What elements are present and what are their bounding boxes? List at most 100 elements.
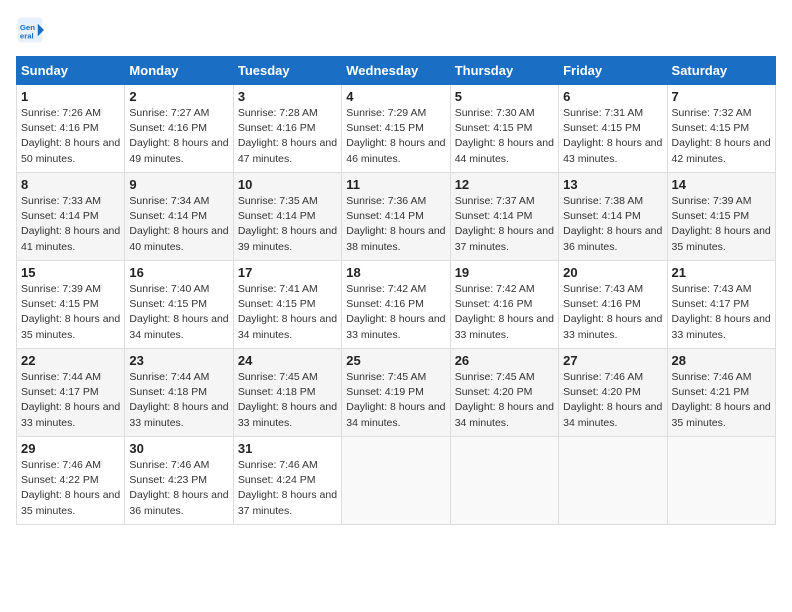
calendar-cell: 2 Sunrise: 7:27 AMSunset: 4:16 PMDaylight… — [125, 85, 233, 173]
weekday-header-monday: Monday — [125, 57, 233, 85]
day-info: Sunrise: 7:46 AMSunset: 4:21 PMDaylight:… — [672, 370, 771, 431]
day-number: 23 — [129, 353, 228, 368]
day-info: Sunrise: 7:41 AMSunset: 4:15 PMDaylight:… — [238, 282, 337, 343]
calendar-cell: 5Sunrise: 7:30 AMSunset: 4:15 PMDaylight… — [450, 85, 558, 173]
weekday-header-thursday: Thursday — [450, 57, 558, 85]
calendar-cell: 14 Sunrise: 7:39 AMSunset: 4:15 PMDayligh… — [667, 173, 775, 261]
calendar-cell: 16Sunrise: 7:40 AMSunset: 4:15 PMDayligh… — [125, 261, 233, 349]
calendar-cell — [450, 437, 558, 525]
day-info: Sunrise: 7:30 AMSunset: 4:15 PMDaylight:… — [455, 106, 554, 167]
day-number: 13 — [563, 177, 662, 192]
calendar-cell: 23Sunrise: 7:44 AMSunset: 4:18 PMDayligh… — [125, 349, 233, 437]
calendar-cell — [342, 437, 450, 525]
weekday-header-row: SundayMondayTuesdayWednesdayThursdayFrid… — [17, 57, 776, 85]
day-info: Sunrise: 7:31 AMSunset: 4:15 PMDaylight:… — [563, 106, 662, 167]
calendar-cell: 12Sunrise: 7:37 AMSunset: 4:14 PMDayligh… — [450, 173, 558, 261]
calendar-cell: 13 Sunrise: 7:38 AMSunset: 4:14 PMDayligh… — [559, 173, 667, 261]
calendar-cell: 28 Sunrise: 7:46 AMSunset: 4:21 PMDayligh… — [667, 349, 775, 437]
logo-icon: Gen eral — [16, 16, 44, 44]
day-info: Sunrise: 7:33 AMSunset: 4:14 PMDaylight:… — [21, 194, 120, 255]
day-info: Sunrise: 7:45 AMSunset: 4:20 PMDaylight:… — [455, 370, 554, 431]
day-number: 1 — [21, 89, 120, 104]
day-number: 10 — [238, 177, 337, 192]
day-number: 4 — [346, 89, 445, 104]
calendar-cell: 26 Sunrise: 7:45 AMSunset: 4:20 PMDayligh… — [450, 349, 558, 437]
calendar-cell: 24 Sunrise: 7:45 AMSunset: 4:18 PMDayligh… — [233, 349, 341, 437]
day-info: Sunrise: 7:45 AMSunset: 4:18 PMDaylight:… — [238, 370, 337, 431]
weekday-header-wednesday: Wednesday — [342, 57, 450, 85]
day-number: 8 — [21, 177, 120, 192]
day-info: Sunrise: 7:34 AMSunset: 4:14 PMDaylight:… — [129, 194, 228, 255]
day-info: Sunrise: 7:42 AMSunset: 4:16 PMDaylight:… — [455, 282, 554, 343]
calendar-cell: 31Sunrise: 7:46 AMSunset: 4:24 PMDayligh… — [233, 437, 341, 525]
day-number: 7 — [672, 89, 771, 104]
day-info: Sunrise: 7:43 AMSunset: 4:16 PMDaylight:… — [563, 282, 662, 343]
day-info: Sunrise: 7:43 AMSunset: 4:17 PMDaylight:… — [672, 282, 771, 343]
day-info: Sunrise: 7:38 AMSunset: 4:14 PMDaylight:… — [563, 194, 662, 255]
page-header: Gen eral — [16, 16, 776, 44]
day-info: Sunrise: 7:44 AMSunset: 4:17 PMDaylight:… — [21, 370, 120, 431]
day-info: Sunrise: 7:46 AMSunset: 4:20 PMDaylight:… — [563, 370, 662, 431]
day-info: Sunrise: 7:46 AMSunset: 4:24 PMDaylight:… — [238, 458, 337, 519]
day-number: 26 — [455, 353, 554, 368]
day-info: Sunrise: 7:36 AMSunset: 4:14 PMDaylight:… — [346, 194, 445, 255]
day-number: 21 — [672, 265, 771, 280]
day-info: Sunrise: 7:27 AMSunset: 4:16 PMDaylight:… — [129, 106, 228, 167]
calendar-cell: 9 Sunrise: 7:34 AMSunset: 4:14 PMDaylight… — [125, 173, 233, 261]
day-info: Sunrise: 7:28 AMSunset: 4:16 PMDaylight:… — [238, 106, 337, 167]
day-number: 20 — [563, 265, 662, 280]
calendar-table: SundayMondayTuesdayWednesdayThursdayFrid… — [16, 56, 776, 525]
day-number: 18 — [346, 265, 445, 280]
day-number: 22 — [21, 353, 120, 368]
day-info: Sunrise: 7:40 AMSunset: 4:15 PMDaylight:… — [129, 282, 228, 343]
calendar-cell — [667, 437, 775, 525]
day-number: 30 — [129, 441, 228, 456]
day-info: Sunrise: 7:46 AMSunset: 4:23 PMDaylight:… — [129, 458, 228, 519]
calendar-cell — [559, 437, 667, 525]
calendar-cell: 21 Sunrise: 7:43 AMSunset: 4:17 PMDayligh… — [667, 261, 775, 349]
calendar-cell: 4 Sunrise: 7:29 AMSunset: 4:15 PMDaylight… — [342, 85, 450, 173]
calendar-cell: 22 Sunrise: 7:44 AMSunset: 4:17 PMDayligh… — [17, 349, 125, 437]
day-number: 15 — [21, 265, 120, 280]
calendar-cell: 20 Sunrise: 7:43 AMSunset: 4:16 PMDayligh… — [559, 261, 667, 349]
calendar-week-row: 22 Sunrise: 7:44 AMSunset: 4:17 PMDayligh… — [17, 349, 776, 437]
day-number: 14 — [672, 177, 771, 192]
day-info: Sunrise: 7:46 AMSunset: 4:22 PMDaylight:… — [21, 458, 120, 519]
day-number: 28 — [672, 353, 771, 368]
day-number: 17 — [238, 265, 337, 280]
weekday-header-saturday: Saturday — [667, 57, 775, 85]
calendar-week-row: 1 Sunrise: 7:26 AMSunset: 4:16 PMDaylight… — [17, 85, 776, 173]
calendar-cell: 27 Sunrise: 7:46 AMSunset: 4:20 PMDayligh… — [559, 349, 667, 437]
day-number: 25 — [346, 353, 445, 368]
logo: Gen eral — [16, 16, 48, 44]
calendar-week-row: 8 Sunrise: 7:33 AMSunset: 4:14 PMDaylight… — [17, 173, 776, 261]
day-info: Sunrise: 7:26 AMSunset: 4:16 PMDaylight:… — [21, 106, 120, 167]
calendar-cell: 3 Sunrise: 7:28 AMSunset: 4:16 PMDaylight… — [233, 85, 341, 173]
day-number: 2 — [129, 89, 228, 104]
weekday-header-sunday: Sunday — [17, 57, 125, 85]
day-number: 12 — [455, 177, 554, 192]
day-info: Sunrise: 7:32 AMSunset: 4:15 PMDaylight:… — [672, 106, 771, 167]
calendar-cell: 10 Sunrise: 7:35 AMSunset: 4:14 PMDayligh… — [233, 173, 341, 261]
calendar-week-row: 29 Sunrise: 7:46 AMSunset: 4:22 PMDayligh… — [17, 437, 776, 525]
svg-text:Gen: Gen — [20, 23, 35, 32]
calendar-cell: 8 Sunrise: 7:33 AMSunset: 4:14 PMDaylight… — [17, 173, 125, 261]
day-info: Sunrise: 7:45 AMSunset: 4:19 PMDaylight:… — [346, 370, 445, 431]
calendar-cell: 19 Sunrise: 7:42 AMSunset: 4:16 PMDayligh… — [450, 261, 558, 349]
day-number: 3 — [238, 89, 337, 104]
day-info: Sunrise: 7:29 AMSunset: 4:15 PMDaylight:… — [346, 106, 445, 167]
day-info: Sunrise: 7:35 AMSunset: 4:14 PMDaylight:… — [238, 194, 337, 255]
day-number: 6 — [563, 89, 662, 104]
day-number: 24 — [238, 353, 337, 368]
calendar-cell: 29 Sunrise: 7:46 AMSunset: 4:22 PMDayligh… — [17, 437, 125, 525]
calendar-cell: 11 Sunrise: 7:36 AMSunset: 4:14 PMDayligh… — [342, 173, 450, 261]
day-info: Sunrise: 7:39 AMSunset: 4:15 PMDaylight:… — [672, 194, 771, 255]
day-number: 29 — [21, 441, 120, 456]
day-number: 27 — [563, 353, 662, 368]
calendar-cell: 25 Sunrise: 7:45 AMSunset: 4:19 PMDayligh… — [342, 349, 450, 437]
calendar-cell: 17 Sunrise: 7:41 AMSunset: 4:15 PMDayligh… — [233, 261, 341, 349]
day-number: 9 — [129, 177, 228, 192]
day-number: 19 — [455, 265, 554, 280]
day-number: 11 — [346, 177, 445, 192]
weekday-header-friday: Friday — [559, 57, 667, 85]
